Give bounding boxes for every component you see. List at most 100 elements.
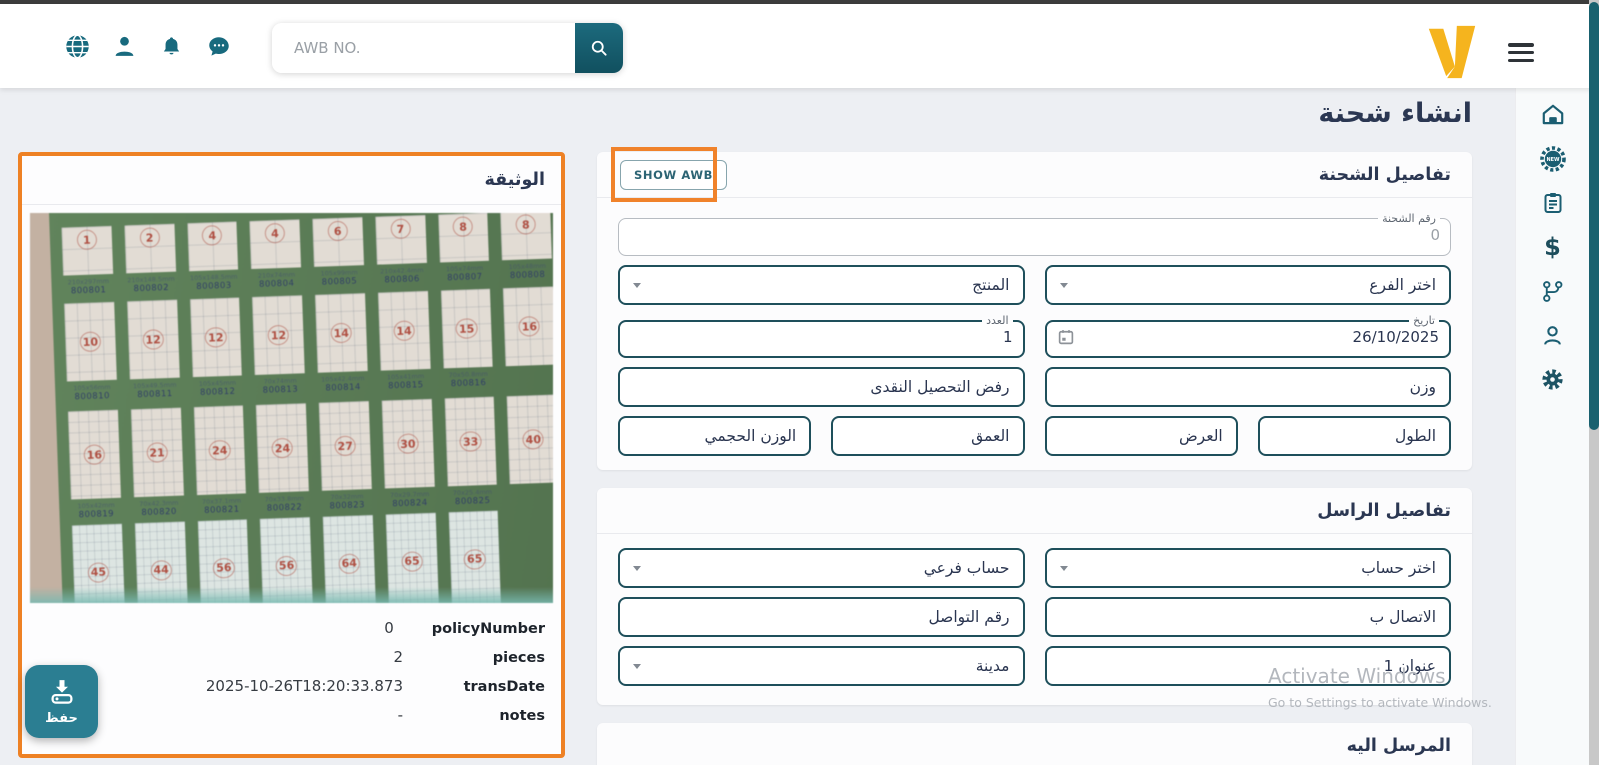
swatch-caption: 105x45mm800812 (192, 375, 243, 407)
label-swatch: 33 (444, 397, 497, 487)
label-swatch: 30 (381, 399, 434, 489)
clipboard-icon (1541, 191, 1565, 215)
doc-field-row: - notes (38, 706, 545, 724)
sidebar-item-network[interactable] (1539, 278, 1566, 304)
label-swatch: 10 (64, 302, 116, 382)
swatch-caption: 70x37.1mm800821 (196, 493, 247, 521)
svg-text:NEW: NEW (1546, 157, 1560, 163)
address1-field[interactable]: عنوان 1 (1045, 646, 1452, 686)
label-swatch: 40 (507, 394, 553, 484)
label-sheet: 12446788210x297mm800801210x148.5mm800802… (49, 213, 553, 603)
chevron-down-icon (633, 566, 641, 571)
label-swatch: 16 (503, 287, 553, 367)
policy-number-value: 0 (384, 619, 394, 637)
label-swatch: 56 (197, 519, 250, 603)
document-image[interactable]: 12446788210x297mm800801210x148.5mm800802… (30, 213, 553, 603)
page-scrollbar[interactable] (1589, 0, 1599, 765)
swatch-caption: 70x33.8mm800822 (259, 491, 310, 519)
chat-icon[interactable] (205, 33, 232, 60)
chevron-down-icon (633, 283, 641, 288)
calendar-icon[interactable] (1057, 328, 1075, 346)
contact-field[interactable]: الاتصال ب (1045, 597, 1452, 637)
shipment-panel-title: تفاصيل الشحنة (1319, 165, 1451, 185)
awb-search-input[interactable] (272, 23, 575, 73)
volumetric-weight-field[interactable]: الوزن الحجمي (618, 416, 811, 456)
bell-icon[interactable] (158, 33, 185, 60)
swatch-caption: 210x297mm800801 (63, 274, 114, 304)
sidebar-item-settings[interactable] (1539, 366, 1566, 392)
refuse-cod-field[interactable]: رفض التحصيل النقدى (618, 367, 1025, 407)
weight-field[interactable]: وزن (1045, 367, 1452, 407)
document-fields: 0 policyNumber 2 pieces 2025-10-26T18:20… (22, 603, 561, 724)
scrollbar-thumb[interactable] (1589, 2, 1599, 430)
swatch-caption: 210x148.5mm800802 (126, 272, 177, 302)
branch-select[interactable]: اختر الفرع (1045, 265, 1452, 305)
contact-number-field[interactable]: رقم التواصل (618, 597, 1025, 637)
label-swatch: 44 (135, 522, 188, 603)
person-outline-icon (1540, 323, 1565, 348)
shipment-number-value: 0 (1430, 226, 1440, 244)
account-select-label: اختر حساب (1361, 559, 1436, 577)
brand-logo-v[interactable] (1422, 22, 1482, 80)
sender-panel-title: تفاصيل الراسل (1317, 501, 1451, 521)
header-icon-group (64, 33, 232, 60)
swatch-caption: 105x41mm800815 (380, 369, 431, 401)
user-icon[interactable] (111, 33, 138, 60)
sidebar-item-finance[interactable]: $ (1539, 234, 1566, 260)
search-button[interactable] (575, 23, 623, 73)
account-select[interactable]: اختر حساب (1045, 548, 1452, 588)
chevron-down-icon (1060, 283, 1068, 288)
label-swatch: 2 (124, 224, 175, 274)
globe-icon[interactable] (64, 33, 91, 60)
branch-select-label: اختر الفرع (1369, 276, 1436, 294)
address1-placeholder: عنوان 1 (1384, 657, 1436, 675)
sub-account-select-label: حساب فرعي (924, 559, 1010, 577)
swatch-caption: 105x148.5mm800803 (189, 270, 240, 300)
trans-date-label: transDate (441, 679, 545, 695)
doc-field-row: 2 pieces (38, 648, 545, 666)
city-select[interactable]: مدينة (618, 646, 1025, 686)
pieces-label: pieces (441, 650, 545, 666)
dollar-icon: $ (1544, 233, 1561, 261)
sub-account-select[interactable]: حساب فرعي (618, 548, 1025, 588)
app-root: NEW $ انشاء شحنة (0, 0, 1599, 765)
label-swatch: 24 (256, 403, 309, 493)
side-nav: NEW $ (1515, 88, 1589, 765)
swatch-caption: 70x29.7mm800824 (385, 487, 436, 515)
shipment-number-field[interactable]: رقم الشحنة 0 (618, 212, 1451, 256)
product-select-label: المنتج (972, 276, 1009, 294)
menu-icon[interactable] (1508, 43, 1534, 62)
shipment-panel-body: رقم الشحنة 0 اختر الفرع المنتج تاريخ 26/… (597, 198, 1472, 456)
sidebar-item-home[interactable] (1539, 102, 1566, 128)
show-awb-button[interactable]: SHOW AWB (620, 160, 727, 190)
label-swatch: 4 (187, 222, 238, 272)
sender-panel-body: اختر حساب حساب فرعي الاتصال ب رقم التواص… (597, 534, 1472, 686)
date-field[interactable]: تاريخ 26/10/2025 (1045, 314, 1452, 358)
label-swatch: 1 (62, 226, 113, 276)
swatch-caption: 210x42.4mm800806 (377, 263, 428, 293)
sidebar-item-new[interactable]: NEW (1539, 146, 1566, 172)
label-swatch: 15 (440, 289, 492, 369)
save-button[interactable]: حفظ (25, 665, 98, 738)
doc-field-row: 0 policyNumber (38, 619, 545, 637)
product-select[interactable]: المنتج (618, 265, 1025, 305)
sidebar-item-orders[interactable] (1539, 190, 1566, 216)
swatch-caption (506, 364, 553, 396)
sender-panel-header: تفاصيل الراسل (597, 488, 1472, 534)
width-field[interactable]: العرض (1045, 416, 1238, 456)
label-swatch: 21 (131, 408, 184, 498)
swatch-caption: 70x42.3mm800820 (134, 496, 185, 524)
count-field[interactable]: العدد 1 (618, 314, 1025, 358)
document-panel: الوثيقة 12446788210x297mm800801210x148.5… (18, 152, 565, 758)
new-badge-icon: NEW (1540, 146, 1566, 172)
depth-field[interactable]: العمق (831, 416, 1024, 456)
label-swatch: 6 (312, 217, 363, 267)
swatch-caption: 70x50.8mm800816 (443, 367, 494, 399)
contact-placeholder: الاتصال ب (1370, 608, 1436, 626)
swatch-caption (510, 482, 553, 510)
label-swatch: 24 (193, 405, 246, 495)
sidebar-item-profile[interactable] (1539, 322, 1566, 348)
depth-placeholder: العمق (971, 427, 1009, 445)
length-field[interactable]: الطول (1258, 416, 1451, 456)
swatch-caption: 105x42.4mm800814 (318, 371, 369, 403)
